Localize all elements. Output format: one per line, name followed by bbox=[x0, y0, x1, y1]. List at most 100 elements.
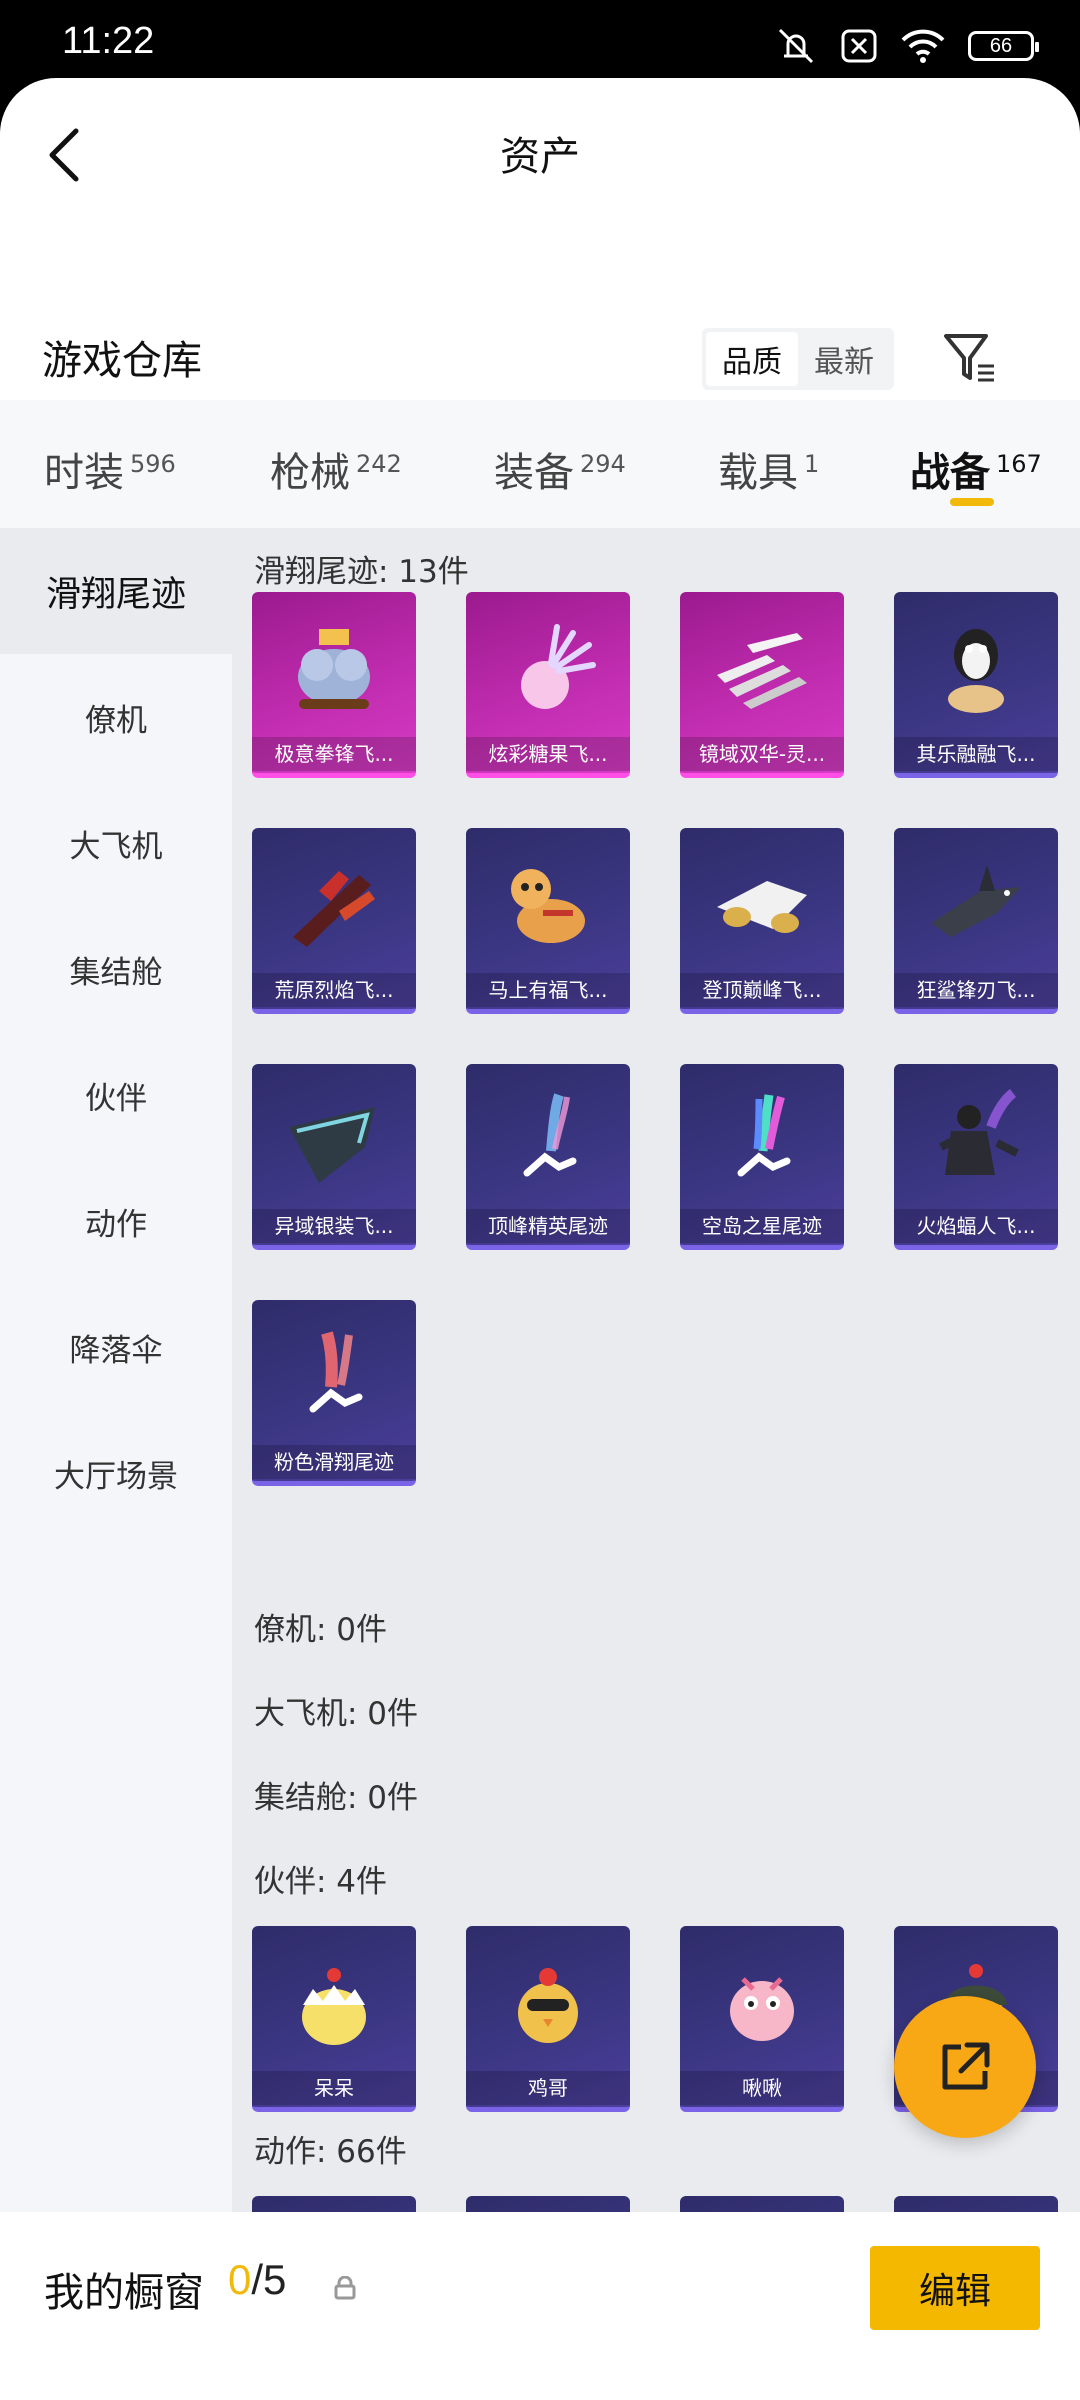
page-title: 资产 bbox=[500, 134, 580, 180]
flame-glider-icon bbox=[274, 846, 394, 966]
showcase-total: /5 bbox=[251, 2256, 287, 2303]
status-icons: 66 bbox=[774, 26, 1039, 66]
item-name: 镜域双华-灵... bbox=[680, 737, 844, 771]
item-card[interactable]: 火焰蝠人飞... bbox=[894, 1064, 1058, 1250]
skydiver-trail-icon bbox=[488, 1082, 608, 1202]
item-name: 登顶巅峰飞... bbox=[680, 973, 844, 1007]
tab-count: 1 bbox=[804, 450, 820, 478]
sim-off-icon bbox=[841, 29, 877, 63]
item-name: 空岛之星尾迹 bbox=[680, 1209, 844, 1243]
item-card[interactable]: 呆呆 bbox=[252, 1926, 416, 2112]
item-name: 鸡哥 bbox=[466, 2071, 630, 2105]
item-card[interactable]: 荒原烈焰飞... bbox=[252, 828, 416, 1014]
blade-wings-icon bbox=[702, 610, 822, 730]
section-title-action: 动作: 66件 bbox=[254, 2134, 407, 2170]
warehouse-title: 游戏仓库 bbox=[42, 338, 202, 384]
lock-icon bbox=[334, 2276, 356, 2300]
section-title-partner: 伙伴: 4件 bbox=[254, 1864, 388, 1900]
item-name: 马上有福飞... bbox=[466, 973, 630, 1007]
tab-label: 战备 bbox=[910, 450, 990, 496]
elephant-glider-icon bbox=[274, 610, 394, 730]
item-card[interactable]: 异域银装飞... bbox=[252, 1064, 416, 1250]
item-card[interactable]: 顶峰精英尾迹 bbox=[466, 1064, 630, 1250]
tab-label: 装备 bbox=[494, 450, 574, 496]
showcase-label: 我的橱窗 bbox=[44, 2270, 204, 2316]
item-name: 狂鲨锋刃飞... bbox=[894, 973, 1058, 1007]
item-card[interactable]: 极意拳锋飞... bbox=[252, 592, 416, 778]
tab-vehicles[interactable]: 载具 1 bbox=[718, 440, 819, 498]
batman-glider-icon bbox=[916, 1082, 1036, 1202]
category-tabs: 时装 596 枪械 242 装备 294 载具 1 战备 167 bbox=[0, 400, 1080, 528]
tab-label: 枪械 bbox=[270, 450, 350, 496]
external-link-icon bbox=[942, 2042, 990, 2090]
section-title-airplane: 大飞机: 0件 bbox=[254, 1696, 419, 1732]
section-title-trail: 滑翔尾迹: 13件 bbox=[254, 554, 469, 590]
sort-newest-button[interactable]: 最新 bbox=[798, 332, 890, 386]
sidebar-item-wingman[interactable]: 僚机 bbox=[0, 654, 232, 780]
item-card[interactable]: 其乐融融飞... bbox=[894, 592, 1058, 778]
sidebar-item-action[interactable]: 动作 bbox=[0, 1158, 232, 1284]
status-bar: 11:22 66 bbox=[0, 0, 1080, 84]
item-name: 炫彩糖果飞... bbox=[466, 737, 630, 771]
showcase-current: 0 bbox=[228, 2256, 252, 2303]
sidebar-item-partner[interactable]: 伙伴 bbox=[0, 1032, 232, 1158]
sidebar-item-airplane[interactable]: 大飞机 bbox=[0, 780, 232, 906]
item-card[interactable]: 炫彩糖果飞... bbox=[466, 592, 630, 778]
pink-trail-icon bbox=[274, 1318, 394, 1438]
item-card[interactable]: 鸡哥 bbox=[466, 1926, 630, 2112]
sidebar-item-lobby[interactable]: 大厅场景 bbox=[0, 1410, 232, 1536]
mute-icon bbox=[778, 28, 814, 64]
active-tab-indicator bbox=[950, 498, 994, 506]
penguin-glider-icon bbox=[916, 610, 1036, 730]
item-name: 粉色滑翔尾迹 bbox=[252, 1445, 416, 1479]
status-time: 11:22 bbox=[62, 20, 155, 62]
showcase-count: 0/5 bbox=[228, 2256, 286, 2304]
sort-toggle: 品质 最新 bbox=[702, 328, 894, 390]
rainbow-trail-icon bbox=[702, 1082, 822, 1202]
item-card[interactable]: 狂鲨锋刃飞... bbox=[894, 828, 1058, 1014]
sidebar-item-parachute[interactable]: 降落伞 bbox=[0, 1284, 232, 1410]
item-name: 火焰蝠人飞... bbox=[894, 1209, 1058, 1243]
pink-bird-icon bbox=[702, 1944, 822, 2064]
showcase-bar: 我的橱窗 0/5 编辑 bbox=[0, 2212, 1080, 2400]
item-name: 荒原烈焰飞... bbox=[252, 973, 416, 1007]
tab-battle-gear[interactable]: 战备 167 bbox=[910, 440, 1042, 498]
item-name: 顶峰精英尾迹 bbox=[466, 1209, 630, 1243]
sidebar-item-pod[interactable]: 集结舱 bbox=[0, 906, 232, 1032]
rooster-icon bbox=[488, 1944, 608, 2064]
item-name: 啾啾 bbox=[680, 2071, 844, 2105]
item-name: 异域银装飞... bbox=[252, 1209, 416, 1243]
asset-page: 资产 游戏仓库 品质 最新 时装 596 枪械 242 装备 294 载具 1 bbox=[0, 78, 1080, 2400]
item-name: 其乐融融飞... bbox=[894, 737, 1058, 771]
tab-weapons[interactable]: 枪械 242 bbox=[270, 440, 402, 498]
item-name: 极意拳锋飞... bbox=[252, 737, 416, 771]
silver-glider-icon bbox=[274, 1082, 394, 1202]
item-card[interactable]: 镜域双华-灵... bbox=[680, 592, 844, 778]
item-name: 呆呆 bbox=[252, 2071, 416, 2105]
sort-quality-button[interactable]: 品质 bbox=[706, 332, 798, 386]
item-card[interactable]: 马上有福飞... bbox=[466, 828, 630, 1014]
tab-count: 242 bbox=[356, 450, 402, 478]
filter-button[interactable] bbox=[940, 328, 1000, 388]
item-card[interactable]: 登顶巅峰飞... bbox=[680, 828, 844, 1014]
tab-equipment[interactable]: 装备 294 bbox=[494, 440, 626, 498]
share-button[interactable] bbox=[894, 1996, 1036, 2138]
tab-count: 167 bbox=[996, 450, 1042, 478]
tab-count: 294 bbox=[580, 450, 626, 478]
shark-glider-icon bbox=[916, 846, 1036, 966]
tab-label: 载具 bbox=[718, 450, 798, 496]
edit-button[interactable]: 编辑 bbox=[870, 2246, 1040, 2330]
horse-glider-icon bbox=[488, 846, 608, 966]
section-title-wingman: 僚机: 0件 bbox=[254, 1612, 388, 1648]
item-card[interactable]: 啾啾 bbox=[680, 1926, 844, 2112]
item-card[interactable]: 空岛之星尾迹 bbox=[680, 1064, 844, 1250]
sidebar: 滑翔尾迹 僚机 大飞机 集结舱 伙伴 动作 降落伞 大厅场景 bbox=[0, 528, 232, 2290]
candy-glider-icon bbox=[488, 610, 608, 730]
tab-fashion[interactable]: 时装 596 bbox=[44, 440, 176, 498]
jet-glider-icon bbox=[702, 846, 822, 966]
item-card[interactable]: 粉色滑翔尾迹 bbox=[252, 1300, 416, 1486]
chick-egg-icon bbox=[274, 1944, 394, 2064]
battery-icon: 66 bbox=[968, 31, 1039, 61]
section-title-pod: 集结舱: 0件 bbox=[254, 1780, 419, 1816]
sidebar-item-trail[interactable]: 滑翔尾迹 bbox=[0, 528, 232, 654]
